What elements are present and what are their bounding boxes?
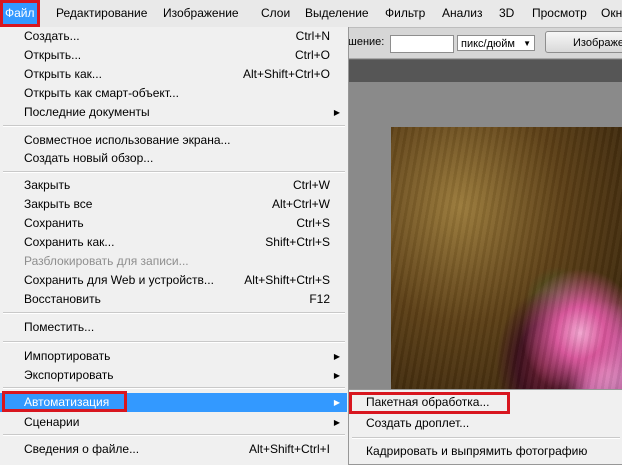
menu-item-label: Поместить... [24,320,95,334]
unit-select-value: пикс/дюйм [461,38,515,50]
menu-item-label: Экспортировать [24,368,114,382]
file-menu: Создать... Ctrl+N Открыть... Ctrl+O Откр… [0,27,349,465]
menu-separator [3,171,345,173]
submenu-item-create-droplet[interactable]: Создать дроплет... [349,412,622,434]
menu-item-place[interactable]: Поместить... [0,318,347,337]
menu-item-shortcut: F12 [309,292,330,306]
menu-item-label: Создать новый обзор... [24,151,154,165]
menu-item-label: Сохранить [24,216,84,230]
menu-analysis[interactable]: Анализ [437,0,488,27]
menu-item-open-as[interactable]: Открыть как... Alt+Shift+Ctrl+O [0,65,347,84]
menu-item-label: Разблокировать для записи... [24,254,189,268]
menu-item-shortcut: Alt+Shift+Ctrl+I [248,442,330,456]
menu-separator [352,437,620,439]
menu-item-shortcut: Ctrl+S [296,216,330,230]
menu-separator [3,341,345,343]
menu-item-close[interactable]: Закрыть Ctrl+W [0,176,347,195]
resolution-label: шение: [348,36,385,48]
menu-item-label: Закрыть все [24,197,93,211]
menu-item-label: Сохранить для Web и устройств... [24,273,214,287]
menu-layers[interactable]: Слои [256,0,295,27]
menu-item-share-screen[interactable]: Совместное использование экрана... [0,131,347,150]
submenu-item-label: Кадрировать и выпрямить фотографию [366,444,588,458]
menu-item-label: Создать... [24,29,80,43]
menu-item-new[interactable]: Создать... Ctrl+N [0,27,347,46]
menu-item-shortcut: Ctrl+W [293,178,330,192]
menu-item-label: Открыть... [24,48,82,62]
submenu-arrow-icon: ▶ [333,398,340,407]
menu-item-save[interactable]: Сохранить Ctrl+S [0,214,347,233]
menu-item-export[interactable]: Экспортировать ▶ [0,366,347,385]
menu-item-unlock-write: Разблокировать для записи... [0,252,347,271]
submenu-arrow-icon: ▶ [333,371,340,380]
menu-item-label: Закрыть [24,178,71,192]
menu-bar: Файл Редактирование Изображение Слои Выд… [0,0,622,28]
menu-select[interactable]: Выделение [300,0,374,27]
submenu-arrow-icon: ▶ [333,108,340,117]
menu-item-label: Совместное использование экрана... [24,133,231,147]
menu-item-open[interactable]: Открыть... Ctrl+O [0,46,347,65]
menu-item-label: Последние документы [24,105,150,119]
submenu-arrow-icon: ▶ [333,352,340,361]
menu-item-scripts[interactable]: Сценарии ▶ [0,413,347,432]
submenu-arrow-icon: ▶ [333,418,340,427]
menu-item-shortcut: Alt+Shift+Ctrl+O [242,67,330,81]
menu-image[interactable]: Изображение [158,0,244,27]
menu-item-save-for-web[interactable]: Сохранить для Web и устройств... Alt+Shi… [0,271,347,290]
menu-item-new-review[interactable]: Создать новый обзор... [0,149,347,168]
menu-item-save-as[interactable]: Сохранить как... Shift+Ctrl+S [0,233,347,252]
menu-item-revert[interactable]: Восстановить F12 [0,290,347,309]
document-tab-strip [348,60,622,82]
menu-item-shortcut: Ctrl+O [294,48,330,62]
submenu-item-batch[interactable]: Пакетная обработка... [349,391,622,414]
submenu-item-label: Создать дроплет... [366,416,470,430]
menu-item-shortcut: Ctrl+N [295,29,330,43]
menu-window[interactable]: Окн [596,0,622,27]
menu-item-open-smart-object[interactable]: Открыть как смарт-объект... [0,84,347,103]
menu-item-label: Открыть как смарт-объект... [24,86,179,100]
canvas-texture [391,127,622,391]
menu-item-label: Открыть как... [24,67,102,81]
menu-item-file-info[interactable]: Сведения о файле... Alt+Shift+Ctrl+I [0,440,347,459]
menu-edit[interactable]: Редактирование [51,0,152,27]
menu-item-label: Восстановить [24,292,101,306]
unit-select[interactable]: пикс/дюйм ▼ [457,35,535,51]
menu-item-shortcut: Alt+Shift+Ctrl+S [244,273,330,287]
menu-item-import[interactable]: Импортировать ▶ [0,347,347,366]
menu-item-recent-documents[interactable]: Последние документы ▶ [0,103,347,122]
menu-item-label: Сценарии [24,415,80,429]
image-button[interactable]: Изображе [545,31,622,53]
menu-3d[interactable]: 3D [494,0,519,27]
menu-item-label: Импортировать [24,349,111,363]
menu-item-label: Сохранить как... [24,235,115,249]
menu-separator [3,312,345,314]
automate-submenu: Пакетная обработка... Создать дроплет...… [348,389,622,465]
submenu-item-label: Пакетная обработка... [366,395,490,409]
submenu-item-crop-straighten[interactable]: Кадрировать и выпрямить фотографию [349,440,622,462]
menu-filter[interactable]: Фильтр [380,0,430,27]
resolution-input[interactable] [390,35,454,53]
menu-item-shortcut: Shift+Ctrl+S [265,235,330,249]
chevron-down-icon: ▼ [523,39,531,48]
menu-item-label: Сведения о файле... [24,442,140,456]
menu-item-label: Автоматизация [24,395,110,409]
menu-view[interactable]: Просмотр [527,0,592,27]
menu-file[interactable]: Файл [0,0,40,27]
menu-separator [3,387,345,389]
menu-item-close-all[interactable]: Закрыть все Alt+Ctrl+W [0,195,347,214]
menu-separator [3,434,345,436]
image-canvas[interactable] [391,127,622,391]
menu-item-automate[interactable]: Автоматизация ▶ [0,391,347,412]
menu-separator [3,125,345,127]
menu-item-shortcut: Alt+Ctrl+W [271,197,330,211]
